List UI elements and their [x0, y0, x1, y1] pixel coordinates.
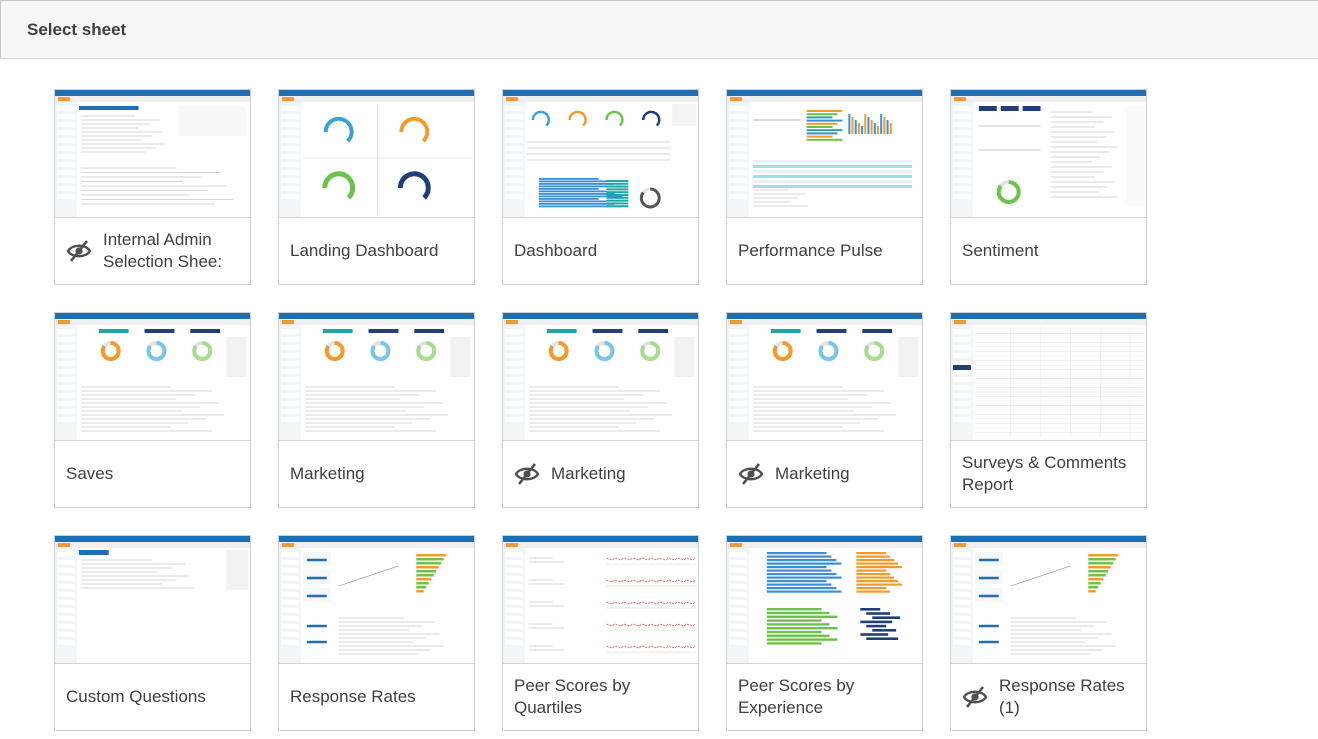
- sheet-footer: Sentiment: [951, 218, 1146, 284]
- sheet-card[interactable]: Sentiment: [950, 89, 1147, 285]
- sheet-thumbnail-image: [951, 536, 1146, 663]
- sheet-footer: Saves: [55, 441, 250, 507]
- sheet-footer: Surveys & Comments Report: [951, 441, 1146, 507]
- sheet-thumbnail: [951, 313, 1146, 441]
- sheet-title: Response Rates (1): [999, 676, 1125, 717]
- eye-slash-icon: [962, 686, 988, 708]
- sheet-footer: Performance Pulse: [727, 218, 922, 284]
- sheet-thumbnail-image: [727, 90, 922, 217]
- sheet-footer: Dashboard: [503, 218, 698, 284]
- sheet-footer: Peer Scores by Experience: [727, 664, 922, 730]
- sheet-card[interactable]: Custom Questions: [54, 535, 251, 731]
- sheet-card[interactable]: Landing Dashboard: [278, 89, 475, 285]
- sheet-grid: Internal Admin Selection Shee: Landing Da…: [54, 89, 1147, 731]
- sheet-title: Dashboard: [514, 241, 598, 260]
- sheet-thumbnail: [951, 90, 1146, 218]
- sheet-thumbnail-image: [279, 313, 474, 440]
- sheet-thumbnail-image: [279, 90, 474, 217]
- sheet-card[interactable]: Internal Admin Selection Shee:: [54, 89, 251, 285]
- sheet-card[interactable]: Response Rates: [278, 535, 475, 731]
- sheet-card[interactable]: Marketing: [502, 312, 699, 508]
- sheet-footer: Marketing: [727, 441, 922, 507]
- sheet-card[interactable]: Marketing: [278, 312, 475, 508]
- sheet-footer: Response Rates: [279, 664, 474, 730]
- sheet-thumbnail: [279, 90, 474, 218]
- sheet-footer: Response Rates (1): [951, 664, 1146, 730]
- sheet-thumbnail: [279, 313, 474, 441]
- sheet-thumbnail: [951, 536, 1146, 664]
- sheet-card[interactable]: Peer Scores by Quartiles: [502, 535, 699, 731]
- sheet-thumbnail: [55, 90, 250, 218]
- sheet-footer: Landing Dashboard: [279, 218, 474, 284]
- sheet-card[interactable]: Marketing: [726, 312, 923, 508]
- sheet-thumbnail: [727, 90, 922, 218]
- sheet-card[interactable]: Peer Scores by Experience: [726, 535, 923, 731]
- sheet-thumbnail: [727, 536, 922, 664]
- sheet-footer: Marketing: [279, 441, 474, 507]
- sheet-thumbnail: [503, 313, 698, 441]
- sheet-title: Saves: [66, 464, 114, 483]
- sheet-thumbnail-image: [503, 90, 698, 217]
- sheet-footer: Custom Questions: [55, 664, 250, 730]
- sheet-thumbnail-image: [503, 536, 698, 663]
- sheet-title: Marketing: [551, 464, 626, 483]
- select-sheet-header: Select sheet: [0, 0, 1318, 59]
- sheet-thumbnail-image: [55, 90, 250, 217]
- sheet-footer: Marketing: [503, 441, 698, 507]
- sheet-thumbnail: [727, 313, 922, 441]
- sheet-card[interactable]: Dashboard: [502, 89, 699, 285]
- sheet-title: Sentiment: [962, 241, 1039, 260]
- sheet-title: Marketing: [290, 464, 365, 483]
- sheet-title: Marketing: [775, 464, 850, 483]
- sheet-thumbnail-image: [279, 536, 474, 663]
- eye-slash-icon: [514, 463, 540, 485]
- sheet-thumbnail-image: [727, 313, 922, 440]
- eye-slash-icon: [66, 240, 92, 262]
- sheet-thumbnail: [503, 90, 698, 218]
- sheet-title: Surveys & Comments Report: [962, 453, 1127, 494]
- sheet-thumbnail-image: [727, 536, 922, 663]
- sheet-card[interactable]: Saves: [54, 312, 251, 508]
- sheet-card[interactable]: Surveys & Comments Report: [950, 312, 1147, 508]
- eye-slash-icon: [738, 463, 764, 485]
- sheet-thumbnail: [503, 536, 698, 664]
- sheet-card[interactable]: Performance Pulse: [726, 89, 923, 285]
- sheet-thumbnail-image: [951, 90, 1146, 217]
- sheet-title: Peer Scores by Quartiles: [514, 676, 631, 717]
- sheet-title: Peer Scores by Experience: [738, 676, 855, 717]
- sheet-thumbnail: [55, 536, 250, 664]
- sheet-footer: Peer Scores by Quartiles: [503, 664, 698, 730]
- sheet-title: Custom Questions: [66, 687, 206, 706]
- sheet-title: Internal Admin Selection Shee:: [103, 230, 223, 271]
- sheet-thumbnail-image: [55, 536, 250, 663]
- sheet-footer: Internal Admin Selection Shee:: [55, 218, 250, 284]
- sheet-title: Performance Pulse: [738, 241, 883, 260]
- sheet-thumbnail-image: [951, 313, 1146, 440]
- page-title: Select sheet: [27, 19, 127, 39]
- sheet-thumbnail: [55, 313, 250, 441]
- sheet-thumbnail: [279, 536, 474, 664]
- sheet-title: Response Rates: [290, 687, 416, 706]
- sheet-thumbnail-image: [503, 313, 698, 440]
- sheet-title: Landing Dashboard: [290, 241, 439, 260]
- sheet-card[interactable]: Response Rates (1): [950, 535, 1147, 731]
- sheet-thumbnail-image: [55, 313, 250, 440]
